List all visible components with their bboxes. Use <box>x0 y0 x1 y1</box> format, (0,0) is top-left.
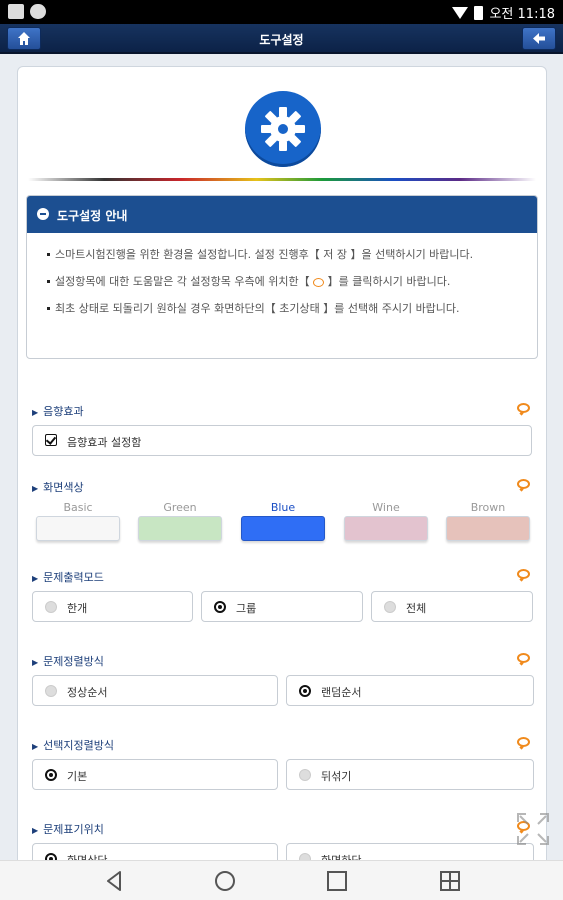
option-label: 그룹 <box>236 602 257 615</box>
section-title-color: 화면색상 <box>32 479 83 495</box>
back-arrow-icon <box>533 33 545 44</box>
help-bubble-icon[interactable] <box>517 569 530 579</box>
help-bubble-icon[interactable] <box>517 653 530 663</box>
option-label: 한개 <box>67 602 88 615</box>
option-label: 뒤섞기 <box>321 770 352 783</box>
sound-option[interactable]: 음향효과 설정함 <box>32 425 532 456</box>
home-nav-icon[interactable] <box>213 869 237 893</box>
radio-icon[interactable] <box>384 601 396 613</box>
guide-title: 도구설정 안내 <box>57 209 128 223</box>
section-title-output-mode: 문제출력모드 <box>32 569 104 585</box>
wifi-icon <box>452 6 469 19</box>
settings-page: 도구설정 안내 스마트시험진행을 위한 환경을 설정합니다. 설정 진행후【 저… <box>0 56 563 860</box>
option-label: 전체 <box>406 602 427 615</box>
guide-item: 설정항목에 대한 도움말은 각 설정항목 우측에 위치한【 】를 클릭하시기 바… <box>47 273 527 290</box>
output-option-group[interactable]: 그룹 <box>201 591 363 622</box>
order-option-normal[interactable]: 정상순서 <box>32 675 278 706</box>
settings-logo <box>245 91 321 167</box>
guide-header[interactable]: 도구설정 안내 <box>27 196 537 233</box>
guide-list: 스마트시험진행을 위한 환경을 설정합니다. 설정 진행후【 저 장 】을 선택… <box>47 246 527 327</box>
color-label-green: Green <box>163 501 197 514</box>
color-label-basic: Basic <box>63 501 93 514</box>
status-time: 오전 11:18 <box>489 7 555 22</box>
checkbox-checked-icon[interactable] <box>45 434 57 446</box>
section-title-order: 문제정렬방식 <box>32 653 104 669</box>
radio-icon[interactable] <box>45 685 57 697</box>
option-label: 화면상단 <box>67 852 107 860</box>
order-option-random[interactable]: 랜덤순서 <box>286 675 534 706</box>
color-swatch-green[interactable] <box>138 516 222 541</box>
help-bubble-icon[interactable] <box>517 479 530 489</box>
guide-item: 최초 상태로 되돌리기 원하실 경우 화면하단의【 초기상태 】를 선택해 주시… <box>47 300 527 317</box>
radio-icon[interactable] <box>299 853 311 860</box>
output-option-single[interactable]: 한개 <box>32 591 193 622</box>
help-bubble-icon[interactable] <box>517 737 530 747</box>
image-notification-icon <box>8 4 24 19</box>
section-title-choice-order: 선택지정렬방식 <box>32 737 114 753</box>
choice-option-shuffle[interactable]: 뒤섞기 <box>286 759 534 790</box>
color-swatch-brown[interactable] <box>446 516 530 541</box>
radio-selected-icon[interactable] <box>45 769 57 781</box>
radio-selected-icon[interactable] <box>299 685 311 697</box>
guide-panel: 도구설정 안내 스마트시험진행을 위한 환경을 설정합니다. 설정 진행후【 저… <box>26 195 538 359</box>
color-swatch-blue[interactable] <box>241 516 325 541</box>
position-option-bottom[interactable]: 화면하단 <box>286 843 534 860</box>
fullscreen-icon[interactable] <box>516 812 550 846</box>
color-swatch-wine[interactable] <box>344 516 428 541</box>
rainbow-divider <box>28 178 536 181</box>
collapse-icon <box>37 208 49 220</box>
split-screen-icon[interactable] <box>438 869 462 893</box>
position-option-top[interactable]: 화면상단 <box>32 843 278 860</box>
help-bubble-icon[interactable] <box>517 403 530 413</box>
output-option-all[interactable]: 전체 <box>371 591 533 622</box>
status-bar: 오전 11:18 <box>0 0 563 24</box>
option-label: 기본 <box>67 770 88 783</box>
back-nav-icon[interactable] <box>102 869 126 893</box>
guide-item: 스마트시험진행을 위한 환경을 설정합니다. 설정 진행후【 저 장 】을 선택… <box>47 246 527 263</box>
system-nav-bar <box>0 860 563 900</box>
settings-card: 도구설정 안내 스마트시험진행을 위한 환경을 설정합니다. 설정 진행후【 저… <box>17 66 547 860</box>
radio-icon[interactable] <box>45 601 57 613</box>
app-header: 도구설정 <box>0 24 563 54</box>
gear-icon <box>261 107 305 151</box>
section-title-sound: 음향효과 <box>32 403 83 419</box>
radio-selected-icon[interactable] <box>45 853 57 860</box>
color-swatch-basic[interactable] <box>36 516 120 541</box>
page-title: 도구설정 <box>259 33 304 47</box>
color-label-blue: Blue <box>270 501 296 514</box>
battery-icon <box>474 5 484 20</box>
option-label: 정상순서 <box>67 686 108 699</box>
option-label: 화면하단 <box>321 852 361 860</box>
option-label: 랜덤순서 <box>321 686 362 699</box>
recents-nav-icon[interactable] <box>325 869 349 893</box>
color-label-wine: Wine <box>372 501 400 514</box>
choice-option-default[interactable]: 기본 <box>32 759 278 790</box>
chat-notification-icon <box>30 4 46 19</box>
color-label-brown: Brown <box>470 501 506 514</box>
sound-option-label: 음향효과 설정함 <box>67 436 142 449</box>
radio-selected-icon[interactable] <box>214 601 226 613</box>
back-button[interactable] <box>522 27 556 50</box>
section-title-position: 문제표기위치 <box>32 821 104 837</box>
help-bubble-icon <box>313 277 325 287</box>
radio-icon[interactable] <box>299 769 311 781</box>
